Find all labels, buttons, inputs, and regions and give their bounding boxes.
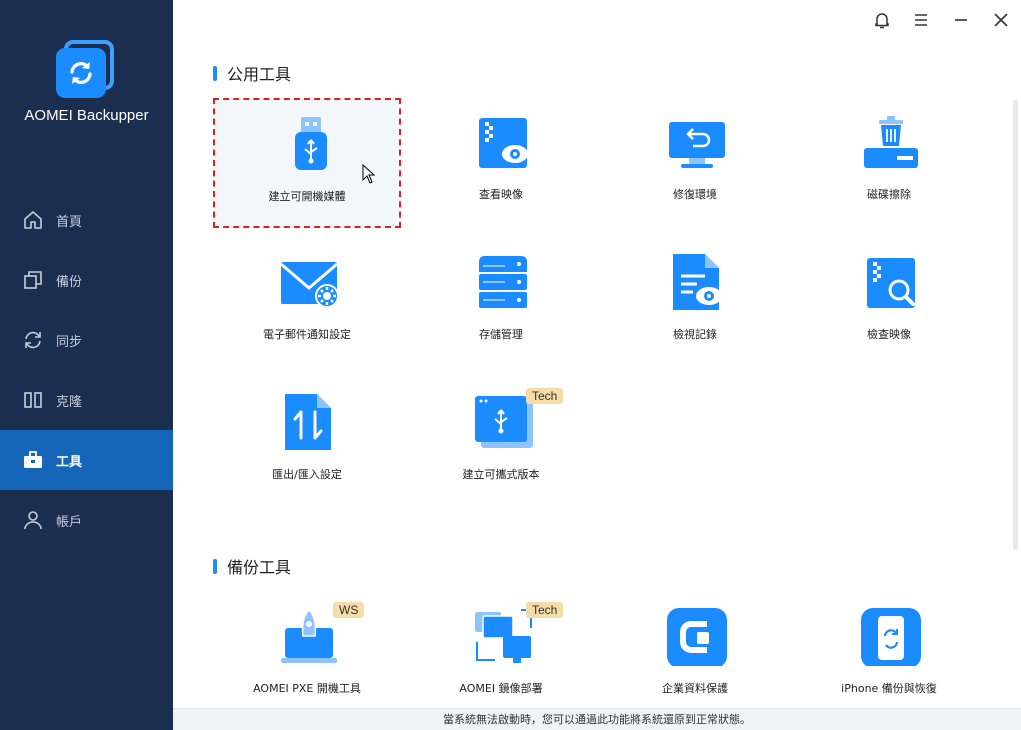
clone-icon bbox=[22, 389, 44, 411]
check-image-icon bbox=[861, 252, 921, 312]
sidebar-item-label: 同步 bbox=[56, 334, 83, 350]
tools-panel: 公用工具 建立可開機媒體 查看映像 修復環境 磁碟擦除 電子郵件通知設定 存儲管… bbox=[173, 40, 1018, 708]
sidebar-nav: 首頁 備份 同步 克隆 工具 帳戶 bbox=[0, 190, 173, 550]
sidebar-item-label: 克隆 bbox=[56, 394, 83, 410]
tool-check-image[interactable]: 檢查映像 bbox=[795, 238, 983, 368]
section-title-backup: 備份工具 bbox=[213, 554, 291, 578]
sidebar-item-tools[interactable]: 工具 bbox=[0, 430, 173, 490]
minimize-icon[interactable] bbox=[949, 8, 973, 32]
tool-import-export-settings[interactable]: 匯出/匯入設定 bbox=[213, 378, 401, 508]
sync-icon bbox=[22, 329, 44, 351]
user-icon bbox=[22, 509, 44, 531]
tool-view-image[interactable]: 查看映像 bbox=[407, 98, 595, 228]
status-bar: 當系統無法啟動時，您可以通過此功能將系統還原到正常狀態。 bbox=[173, 708, 1021, 730]
view-log-icon bbox=[667, 252, 727, 312]
tech-badge: Tech bbox=[526, 602, 564, 618]
sidebar-item-account[interactable]: 帳戶 bbox=[0, 490, 173, 550]
import-export-icon bbox=[279, 392, 339, 452]
section-title-common: 公用工具 bbox=[213, 61, 291, 85]
app-logo-icon bbox=[56, 40, 114, 98]
sidebar-item-label: 帳戶 bbox=[56, 514, 83, 530]
usb-icon bbox=[281, 114, 341, 174]
bell-icon[interactable] bbox=[870, 8, 894, 32]
toolbox-icon bbox=[22, 449, 44, 471]
portable-icon bbox=[473, 392, 533, 452]
ws-badge: WS bbox=[333, 602, 365, 618]
cyber-backup-icon bbox=[667, 606, 727, 668]
tool-cyber-backup[interactable]: 企業資料保護 bbox=[601, 592, 789, 708]
sidebar-item-sync[interactable]: 同步 bbox=[0, 310, 173, 370]
email-settings-icon bbox=[279, 252, 339, 312]
tool-storage-management[interactable]: 存儲管理 bbox=[407, 238, 595, 368]
tool-create-portable-version[interactable]: Tech 建立可攜式版本 bbox=[407, 378, 595, 508]
pxe-icon bbox=[279, 606, 339, 666]
view-image-icon bbox=[473, 112, 533, 172]
tool-pxe-boot[interactable]: WS AOMEI PXE 開機工具 bbox=[213, 592, 401, 708]
copy-icon bbox=[22, 269, 44, 291]
tool-view-log[interactable]: 檢視記錄 bbox=[601, 238, 789, 368]
tool-create-bootable-media[interactable]: 建立可開機媒體 bbox=[213, 98, 401, 228]
tool-recovery-environment[interactable]: 修復環境 bbox=[601, 98, 789, 228]
sidebar-item-backup[interactable]: 備份 bbox=[0, 250, 173, 310]
close-icon[interactable] bbox=[989, 8, 1013, 32]
storage-icon bbox=[473, 252, 533, 312]
title-bar bbox=[173, 0, 1021, 40]
menu-icon[interactable] bbox=[909, 8, 933, 32]
sidebar-item-label: 工具 bbox=[56, 454, 83, 470]
app-name: AOMEI Backupper bbox=[24, 107, 149, 124]
scrollbar[interactable] bbox=[1013, 100, 1018, 550]
mouse-cursor-icon bbox=[362, 163, 376, 188]
tool-email-settings[interactable]: 電子郵件通知設定 bbox=[213, 238, 401, 368]
tech-badge: Tech bbox=[526, 388, 564, 404]
image-deploy-icon bbox=[473, 606, 533, 666]
tool-disk-wipe[interactable]: 磁碟擦除 bbox=[795, 98, 983, 228]
iphone-backup-icon bbox=[861, 606, 921, 668]
tool-image-deploy[interactable]: Tech AOMEI 鏡像部署 bbox=[407, 592, 595, 708]
sidebar-item-home[interactable]: 首頁 bbox=[0, 190, 173, 250]
disk-wipe-icon bbox=[861, 112, 921, 172]
recovery-env-icon bbox=[667, 112, 727, 172]
sidebar-item-label: 首頁 bbox=[56, 214, 83, 230]
sidebar-item-label: 備份 bbox=[56, 274, 83, 290]
sidebar: AOMEI Backupper 首頁 備份 同步 克隆 工具 帳戶 bbox=[0, 0, 173, 730]
home-icon bbox=[22, 209, 44, 231]
sidebar-item-clone[interactable]: 克隆 bbox=[0, 370, 173, 430]
tool-iphone-backup[interactable]: iPhone 備份與恢復 bbox=[795, 592, 983, 708]
